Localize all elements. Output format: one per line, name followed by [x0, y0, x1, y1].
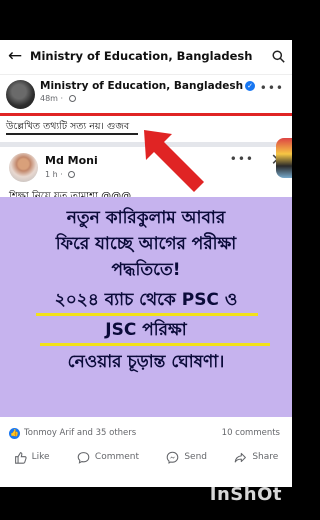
- image-line-2: ফিরে যাচ্ছে আগের পরীক্ষা: [55, 234, 237, 254]
- like-button[interactable]: Like: [14, 451, 50, 464]
- send-button[interactable]: Send: [166, 451, 207, 464]
- note-underline: [6, 133, 138, 135]
- ministry-avatar[interactable]: [6, 80, 35, 109]
- image-line-4: ২০২৪ ব্যাচ থেকে PSC ও: [54, 290, 238, 310]
- decorative-art: [276, 138, 292, 178]
- arrow-left-icon[interactable]: ←: [0, 40, 30, 72]
- post-image[interactable]: নতুন কারিকুলাম আবার ফিরে যাচ্ছে আগের পরী…: [0, 197, 292, 417]
- author-avatar[interactable]: [9, 153, 38, 182]
- image-line-5: JSC পরিক্ষা: [105, 320, 187, 340]
- shared-post-header: Ministry of Education, Bangladesh ✓ 48m ·…: [0, 74, 292, 109]
- highlight-bar-1: [36, 313, 258, 316]
- post-time: 1 h ·: [45, 170, 76, 179]
- thumbs-up-icon: [14, 451, 27, 464]
- image-line-3: পদ্ধতিতে!: [111, 260, 181, 280]
- share-icon: [235, 452, 247, 462]
- like-reaction-icon: 👍: [9, 428, 20, 439]
- share-button[interactable]: Share: [234, 451, 278, 464]
- reactions-count[interactable]: Tonmoy Arif and 35 others: [24, 428, 136, 438]
- action-bar: Like Comment Send Share: [0, 444, 292, 470]
- red-underline: [0, 113, 292, 116]
- screen: ← Ministry of Education, Bangladesh Mini…: [0, 0, 292, 520]
- highlight-bar-2: [40, 343, 270, 346]
- ministry-post-time: 48m ·: [40, 94, 76, 103]
- red-arrow-icon: [144, 130, 204, 192]
- more-options-icon[interactable]: •••: [260, 81, 284, 95]
- image-line-1: নতুন কারিকুলাম আবার: [66, 208, 226, 228]
- messenger-icon: [167, 451, 179, 464]
- page-title: Ministry of Education, Bangladesh: [30, 49, 253, 63]
- watermark: InShOt: [209, 484, 282, 505]
- comment-button[interactable]: Comment: [77, 451, 139, 464]
- verified-badge-icon: ✓: [245, 81, 256, 91]
- comment-icon: [77, 451, 90, 464]
- globe-icon: [68, 171, 76, 178]
- search-icon[interactable]: [264, 40, 292, 72]
- reactions-bar: 👍 Tonmoy Arif and 35 others 10 comments: [0, 424, 292, 446]
- globe-icon: [68, 95, 76, 102]
- post-more-icon[interactable]: •••: [230, 152, 254, 166]
- ministry-name[interactable]: Ministry of Education, Bangladesh ✓: [40, 80, 256, 92]
- comments-count[interactable]: 10 comments: [222, 428, 280, 438]
- top-bar: ← Ministry of Education, Bangladesh: [0, 40, 292, 72]
- image-line-6: নেওয়ার চূড়ান্ত ঘোষণা।: [67, 352, 225, 372]
- author-name[interactable]: Md Moni: [45, 154, 98, 167]
